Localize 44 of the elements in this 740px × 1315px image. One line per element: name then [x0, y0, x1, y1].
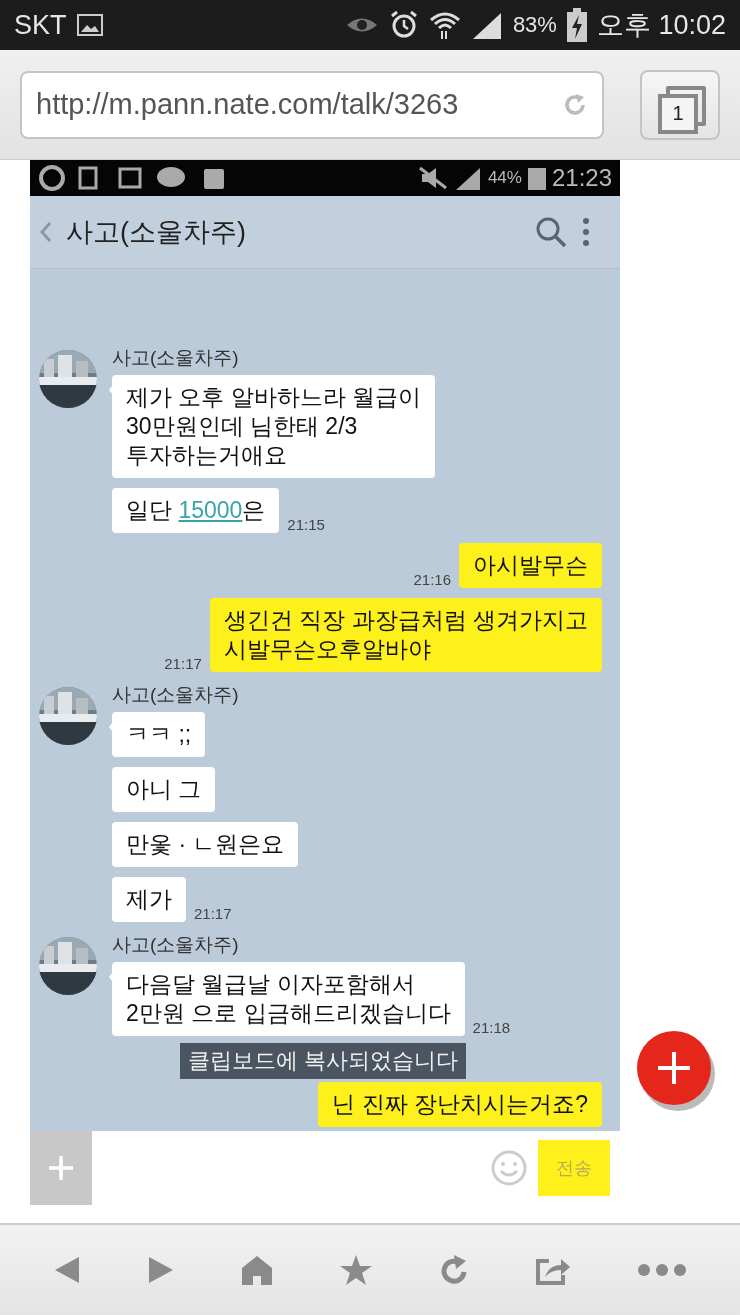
carrier-name: SKT	[14, 9, 67, 41]
star-icon[interactable]	[339, 1254, 373, 1286]
back-icon[interactable]	[53, 1255, 81, 1285]
message-bubble: 만옻 · ㄴ원은요	[112, 822, 299, 867]
message-time: 21:16	[413, 571, 451, 588]
message-bubble: 제가	[112, 877, 186, 922]
emoji-icon[interactable]	[490, 1149, 528, 1187]
sender-name: 사고(소울차주)	[112, 346, 240, 370]
sender-name: 사고(소울차주)	[112, 933, 240, 957]
message-bubble: 생긴건 직장 과장급처럼 생겨가지고 시발무슨오후알바야	[209, 598, 602, 672]
more-options-icon[interactable]	[582, 217, 590, 247]
battery-percent: 83%	[512, 12, 557, 38]
message-time: 21:17	[194, 905, 232, 922]
search-icon[interactable]	[534, 215, 568, 249]
tabs-button[interactable]: 1	[640, 69, 720, 140]
message-bubble: 닌 진짜 장난치시는거죠?	[318, 1082, 602, 1127]
plus-icon	[47, 1154, 75, 1182]
message-time: 21:18	[472, 1019, 511, 1036]
message-bubble: 아시발무슨	[459, 543, 602, 588]
charging-battery-icon	[566, 8, 587, 42]
home-icon[interactable]	[241, 1255, 273, 1285]
battery-icon	[527, 166, 546, 190]
back-icon[interactable]	[40, 221, 52, 243]
sender-name: 사고(소울차주)	[112, 683, 240, 707]
image-icon	[76, 14, 103, 36]
battery-percent: 44%	[487, 168, 522, 188]
more-icon[interactable]	[637, 1263, 687, 1277]
wifi-icon	[428, 10, 461, 40]
message-time: 21:17	[164, 655, 202, 672]
clock: 21:23	[551, 164, 612, 192]
message-bubble: 아니 그	[112, 767, 216, 812]
plus-icon	[656, 1050, 692, 1086]
forward-icon[interactable]	[147, 1255, 175, 1285]
clock: 오후 10:02	[596, 9, 726, 42]
toast-message: 클립보드에 복사되었습니다	[180, 1043, 467, 1079]
url-field[interactable]: http://m.pann.nate.com/talk/3263	[20, 70, 604, 139]
message-time: 21:15	[287, 516, 325, 533]
message-bubble: 일단 15000은	[112, 488, 280, 533]
alarm-clock-icon	[388, 10, 419, 40]
reload-icon[interactable]	[439, 1254, 469, 1286]
mute-icon	[417, 166, 448, 190]
attach-button[interactable]	[30, 1131, 92, 1205]
reload-icon[interactable]	[562, 91, 588, 118]
chat-title: 사고(소울차주)	[66, 216, 246, 249]
